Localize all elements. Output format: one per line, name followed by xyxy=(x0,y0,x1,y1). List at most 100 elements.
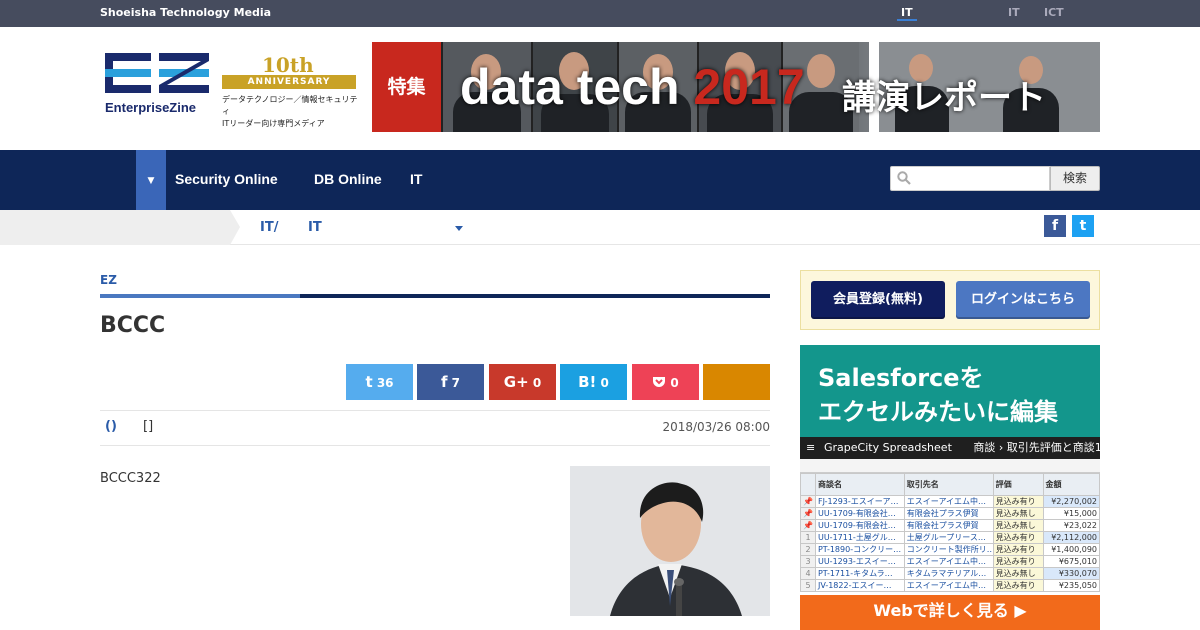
ad-app-name: GrapeCity Spreadsheet xyxy=(824,441,952,454)
feature-banner[interactable]: 特集 data tech 2017 講演レポート xyxy=(372,42,1100,132)
tagline-line-2: ITリーダー向け専門メディア xyxy=(222,119,325,128)
account-name-cell: 土屋グループリース… xyxy=(903,531,994,544)
author-link[interactable]: () xyxy=(105,419,117,434)
amount-cell: ¥330,070 xyxy=(1042,567,1100,580)
top-bar: Shoeisha Technology Media IT IT ICT xyxy=(0,0,1200,27)
row-number-cell: 2 xyxy=(800,543,816,556)
column-header: 評価 xyxy=(992,473,1044,496)
table-row: 2 PT-1890-コンクリー… コンクリート製作所リ… 見込み有り ¥1,400,09… xyxy=(800,543,1100,556)
share-hatena-button[interactable]: B! 0 xyxy=(560,364,627,400)
deal-name-cell: PT-1890-コンクリー… xyxy=(814,543,905,556)
table-row: 📌 UU-1709-有限会社… 有限会社プラス伊賀 見込み無し ¥23,022 xyxy=(800,519,1100,532)
ad-headline: Salesforceを エクセルみたいに編集 xyxy=(818,361,1058,429)
ez-logo-mark xyxy=(105,53,209,93)
table-row: 3 UU-1293-エスイー… エスイーアイエム中… 見込み有り ¥675,010 xyxy=(800,555,1100,568)
share-twitter-button[interactable]: t 36 xyxy=(346,364,413,400)
deal-name-cell: UU-1709-有限会社… xyxy=(814,519,905,532)
banner-title: data tech 2017 xyxy=(460,59,805,115)
share-count: 0 xyxy=(532,376,542,390)
row-number-cell: 📌 xyxy=(800,519,816,532)
status-cell: 見込み無し xyxy=(992,507,1044,520)
ad-sheet-table: 商談名 取引先名 評価 金額 📌 FJ-1293-エスイーア… エスイーアイエム中…… xyxy=(800,473,1100,592)
category-rule xyxy=(100,294,770,298)
topbar-link-it-2[interactable]: IT xyxy=(1008,6,1020,19)
amount-cell: ¥235,050 xyxy=(1042,579,1100,592)
account-name-cell: 有限会社プラス伊賀 xyxy=(903,519,994,532)
twitter-icon: t xyxy=(365,373,373,391)
account-name-cell: エスイーアイエム中… xyxy=(903,495,994,508)
sidebar-ad[interactable]: Salesforceを エクセルみたいに編集 ≡ GrapeCity Sprea… xyxy=(800,345,1100,630)
ad-cta-button[interactable]: Webで詳しく見る ▶ xyxy=(800,595,1100,630)
status-cell: 見込み無し xyxy=(992,519,1044,532)
anniversary-badge: 10th ANNIVERSARY データテクノロジー／情報セキュリティ ITリー… xyxy=(222,53,362,128)
status-cell: 見込み有り xyxy=(992,579,1044,592)
share-count: 0 xyxy=(670,376,679,390)
login-button[interactable]: ログインはこちら xyxy=(956,281,1090,319)
table-row: 📌 UU-1709-有限会社… 有限会社プラス伊賀 見込み無し ¥15,000 xyxy=(800,507,1100,520)
breadcrumb-dropdown-icon[interactable] xyxy=(455,226,463,231)
share-count: 36 xyxy=(376,376,394,390)
article-lead: BCCC322 xyxy=(100,471,161,486)
account-name-cell: 有限会社プラス伊賀 xyxy=(903,507,994,520)
column-header: 取引先名 xyxy=(903,473,994,496)
share-facebook-button[interactable]: f 7 xyxy=(417,364,484,400)
ad-headline-line-2: エクセルみたいに編集 xyxy=(818,398,1058,426)
article-category[interactable]: EZ xyxy=(100,273,117,287)
amount-cell: ¥675,010 xyxy=(1042,555,1100,568)
row-number-cell: 📌 xyxy=(800,495,816,508)
breadcrumb-item-1[interactable]: IT/ xyxy=(260,220,278,235)
deal-name-cell: FJ-1293-エスイーア… xyxy=(814,495,905,508)
anniversary-ribbon: ANNIVERSARY xyxy=(222,75,356,89)
column-header: 商談名 xyxy=(814,473,905,496)
register-button[interactable]: 会員登録(無料) xyxy=(811,281,945,319)
amount-cell: ¥15,000 xyxy=(1042,507,1100,520)
topbar-link-ict[interactable]: ICT xyxy=(1044,6,1064,19)
status-cell: 見込み有り xyxy=(992,555,1044,568)
row-number-cell: 📌 xyxy=(800,507,816,520)
facebook-icon[interactable]: f xyxy=(1044,215,1066,237)
share-pocket-button[interactable]: 0 xyxy=(632,364,699,400)
deal-name-cell: JV-1822-エスイー… xyxy=(814,579,905,592)
facebook-icon: f xyxy=(440,373,448,391)
status-cell: 見込み有り xyxy=(992,531,1044,544)
banner-subtitle: 講演レポート xyxy=(842,78,1046,118)
breadcrumb-bar: IT/ IT f t xyxy=(0,210,1200,245)
nav-link-security-online[interactable]: Security Online xyxy=(175,171,278,187)
site-logo[interactable]: EnterpriseZine xyxy=(105,53,215,123)
search-button[interactable]: 検索 xyxy=(1050,166,1100,191)
search-input[interactable] xyxy=(890,166,1050,191)
menu-toggle-button[interactable]: ▼ xyxy=(136,150,166,210)
article-meta: () [] 2018/03/26 08:00 xyxy=(100,410,770,446)
table-row: 📌 FJ-1293-エスイーア… エスイーアイエム中… 見込み有り ¥2,270,002 xyxy=(800,495,1100,508)
table-row: 4 PT-1711-キタムラ… キタムラマテリアル… 見込み無し ¥330,070 xyxy=(800,567,1100,580)
breadcrumb-item-2[interactable]: IT xyxy=(308,220,322,235)
share-googleplus-button[interactable]: G+ 0 xyxy=(489,364,556,400)
tagline-line-1: データテクノロジー／情報セキュリティ xyxy=(222,95,358,116)
row-number-cell: 5 xyxy=(800,579,816,592)
share-more-button[interactable] xyxy=(703,364,770,400)
search-icon xyxy=(897,171,911,185)
article-photo xyxy=(570,466,770,616)
google-plus-icon: G+ xyxy=(503,373,529,391)
twitter-icon[interactable]: t xyxy=(1072,215,1094,237)
hamburger-icon: ≡ xyxy=(806,441,816,454)
banner-feature-label: 特集 xyxy=(372,42,441,132)
account-name-cell: エスイーアイエム中… xyxy=(903,555,994,568)
ad-app-bar: ≡ GrapeCity Spreadsheet 商談 › 取引先評価と商談1 ▾ xyxy=(800,437,1100,459)
speaker-photo-illustration xyxy=(570,466,770,616)
amount-cell: ¥23,022 xyxy=(1042,519,1100,532)
ad-sheet-toolbar xyxy=(800,459,1100,473)
ad-sheet-breadcrumb: 商談 › 取引先評価と商談1 ▾ xyxy=(973,441,1100,454)
topbar-link-it[interactable]: IT xyxy=(897,6,917,21)
nav-link-it[interactable]: IT xyxy=(410,171,422,187)
row-number-cell: 4 xyxy=(800,567,816,580)
network-brand[interactable]: Shoeisha Technology Media xyxy=(100,6,271,19)
member-box: 会員登録(無料) ログインはこちら xyxy=(800,270,1100,330)
pocket-icon xyxy=(652,373,666,391)
anniversary-number: 10th xyxy=(262,53,314,77)
nav-link-db-online[interactable]: DB Online xyxy=(314,171,382,187)
author-role: [] xyxy=(143,419,154,434)
table-row: 5 JV-1822-エスイー… エスイーアイエム中… 見込み有り ¥235,050 xyxy=(800,579,1100,592)
account-name-cell: キタムラマテリアル… xyxy=(903,567,994,580)
caret-down-icon: ▼ xyxy=(147,176,155,186)
